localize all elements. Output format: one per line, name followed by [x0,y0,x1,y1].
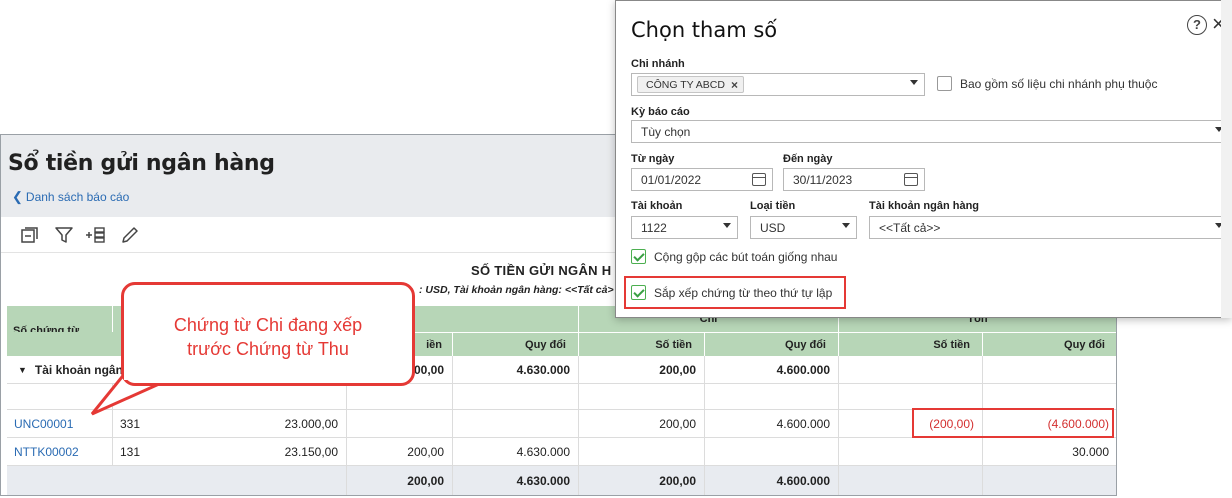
total-ton-converted [983,466,1116,495]
to-date-input[interactable]: 30/11/2023 [783,168,925,191]
branch-select[interactable]: CÔNG TY ABCD × [631,73,925,96]
chevron-down-icon [842,223,850,228]
account-cell: 131 [120,444,141,459]
empty-cell [347,384,453,409]
currency-value: USD [760,220,786,235]
back-link-label: Danh sách báo cáo [25,190,130,204]
dialog-title: Chọn tham số [631,18,778,42]
empty-cell [453,384,579,409]
back-link[interactable]: ❮ Danh sách báo cáo [12,189,129,205]
rate-cell: 23.000,00 [213,410,347,437]
total-chi-converted: 4.600.000 [705,466,839,495]
period-label: Kỳ báo cáo [631,106,690,118]
highlight-sort-order [624,276,846,309]
col-header-ton-amount: Số tiền [839,332,983,356]
ton-amount-cell [839,438,983,465]
callout-line1: Chứng từ Chi đang xếp [173,315,363,335]
chi-amount-cell: 200,00 [579,410,705,437]
thu-amount-cell: 200,00 [347,438,453,465]
period-value: Tùy chọn [641,124,691,139]
highlight-negative-balance [912,408,1114,438]
help-icon[interactable]: ? [1187,15,1207,35]
chevron-left-icon: ❮ [12,189,23,204]
calendar-icon[interactable] [904,173,918,186]
group-chi-converted: 4.600.000 [705,356,839,383]
group-ton-amount [839,356,983,383]
account-label: Tài khoản [631,200,683,212]
currency-label: Loại tiền [750,200,796,212]
remove-tag-icon[interactable]: × [731,78,738,92]
from-date-label: Từ ngày [631,153,675,165]
callout-text: Chứng từ Chi đang xếp trước Chứng từ Thu [124,313,412,361]
empty-cell [705,384,839,409]
callout-line2: trước Chứng từ Thu [187,339,349,359]
to-date-value: 30/11/2023 [793,172,853,187]
table-row[interactable]: NTTK00002 131 23.150,00 200,00 4.630.000… [7,438,1116,466]
totals-label-cell [7,466,347,495]
total-thu-amount: 200,00 [347,466,453,495]
totals-row: 200,00 4.630.000 200,00 4.600.000 [7,466,1116,495]
add-column-icon[interactable] [85,225,107,245]
currency-select[interactable]: USD [750,216,857,239]
period-select[interactable]: Tùy chọn [631,120,1230,143]
collapse-icon[interactable] [19,225,41,245]
chevron-down-icon [723,223,731,228]
callout-pointer-cover [124,366,180,380]
chi-amount-cell [579,438,705,465]
edit-icon[interactable] [119,225,141,245]
chevron-down-icon [910,80,918,85]
dialog-scrollbar[interactable] [1221,0,1232,318]
from-date-value: 01/01/2022 [641,172,702,187]
account-select[interactable]: 1122 [631,216,738,239]
from-date-input[interactable]: 01/01/2022 [631,168,773,191]
filter-icon[interactable] [53,225,75,245]
include-dependent-label: Bao gồm số liệu chi nhánh phụ thuộc [960,77,1158,91]
total-ton-amount [839,466,983,495]
branch-tag: CÔNG TY ABCD × [637,76,744,93]
empty-cell [839,384,983,409]
total-chi-amount: 200,00 [579,466,705,495]
thu-converted-cell [453,410,579,437]
chi-converted-cell: 4.600.000 [705,410,839,437]
branch-tag-label: CÔNG TY ABCD [646,78,725,91]
doc-number-link[interactable]: NTTK00002 [7,438,113,465]
chi-converted-cell [705,438,839,465]
include-dependent-checkbox[interactable] [937,76,952,91]
group-chi-amount: 200,00 [579,356,705,383]
col-header-thu-converted: Quy đổi [453,332,579,356]
group-ton-converted [983,356,1116,383]
col-header-chi-converted: Quy đổi [705,332,839,356]
calendar-icon[interactable] [752,173,766,186]
thu-converted-cell: 4.630.000 [453,438,579,465]
thu-amount-cell [347,410,453,437]
to-date-label: Đến ngày [783,153,833,165]
report-subtitle: : USD, Tài khoản ngân hàng: <<Tất cả> [419,284,614,296]
empty-cell [579,384,705,409]
empty-cell [983,384,1116,409]
caret-down-icon[interactable]: ▼ [18,365,27,375]
report-title: SỐ TIỀN GỬI NGÂN H [471,263,612,278]
col-header-chi-amount: Số tiền [579,332,705,356]
merge-entries-label: Cộng gộp các bút toán giống nhau [654,250,838,264]
merge-entries-checkbox[interactable] [631,249,646,264]
col-header-ton-converted: Quy đổi [983,332,1116,356]
rate-cell: 23.150,00 [213,438,347,465]
bank-account-select[interactable]: <<Tất cả>> [869,216,1230,239]
bank-account-value: <<Tất cả>> [879,220,941,235]
total-thu-converted: 4.630.000 [453,466,579,495]
parameter-dialog: Chọn tham số ? × Chi nhánh CÔNG TY ABCD ×… [615,0,1232,318]
page-title: Sổ tiền gửi ngân hàng [8,151,275,176]
group-thu-converted: 4.630.000 [453,356,579,383]
branch-label: Chi nhánh [631,58,685,70]
bank-account-label: Tài khoản ngân hàng [869,200,980,212]
account-value: 1122 [641,220,667,235]
ton-converted-cell: 30.000 [1072,444,1109,459]
